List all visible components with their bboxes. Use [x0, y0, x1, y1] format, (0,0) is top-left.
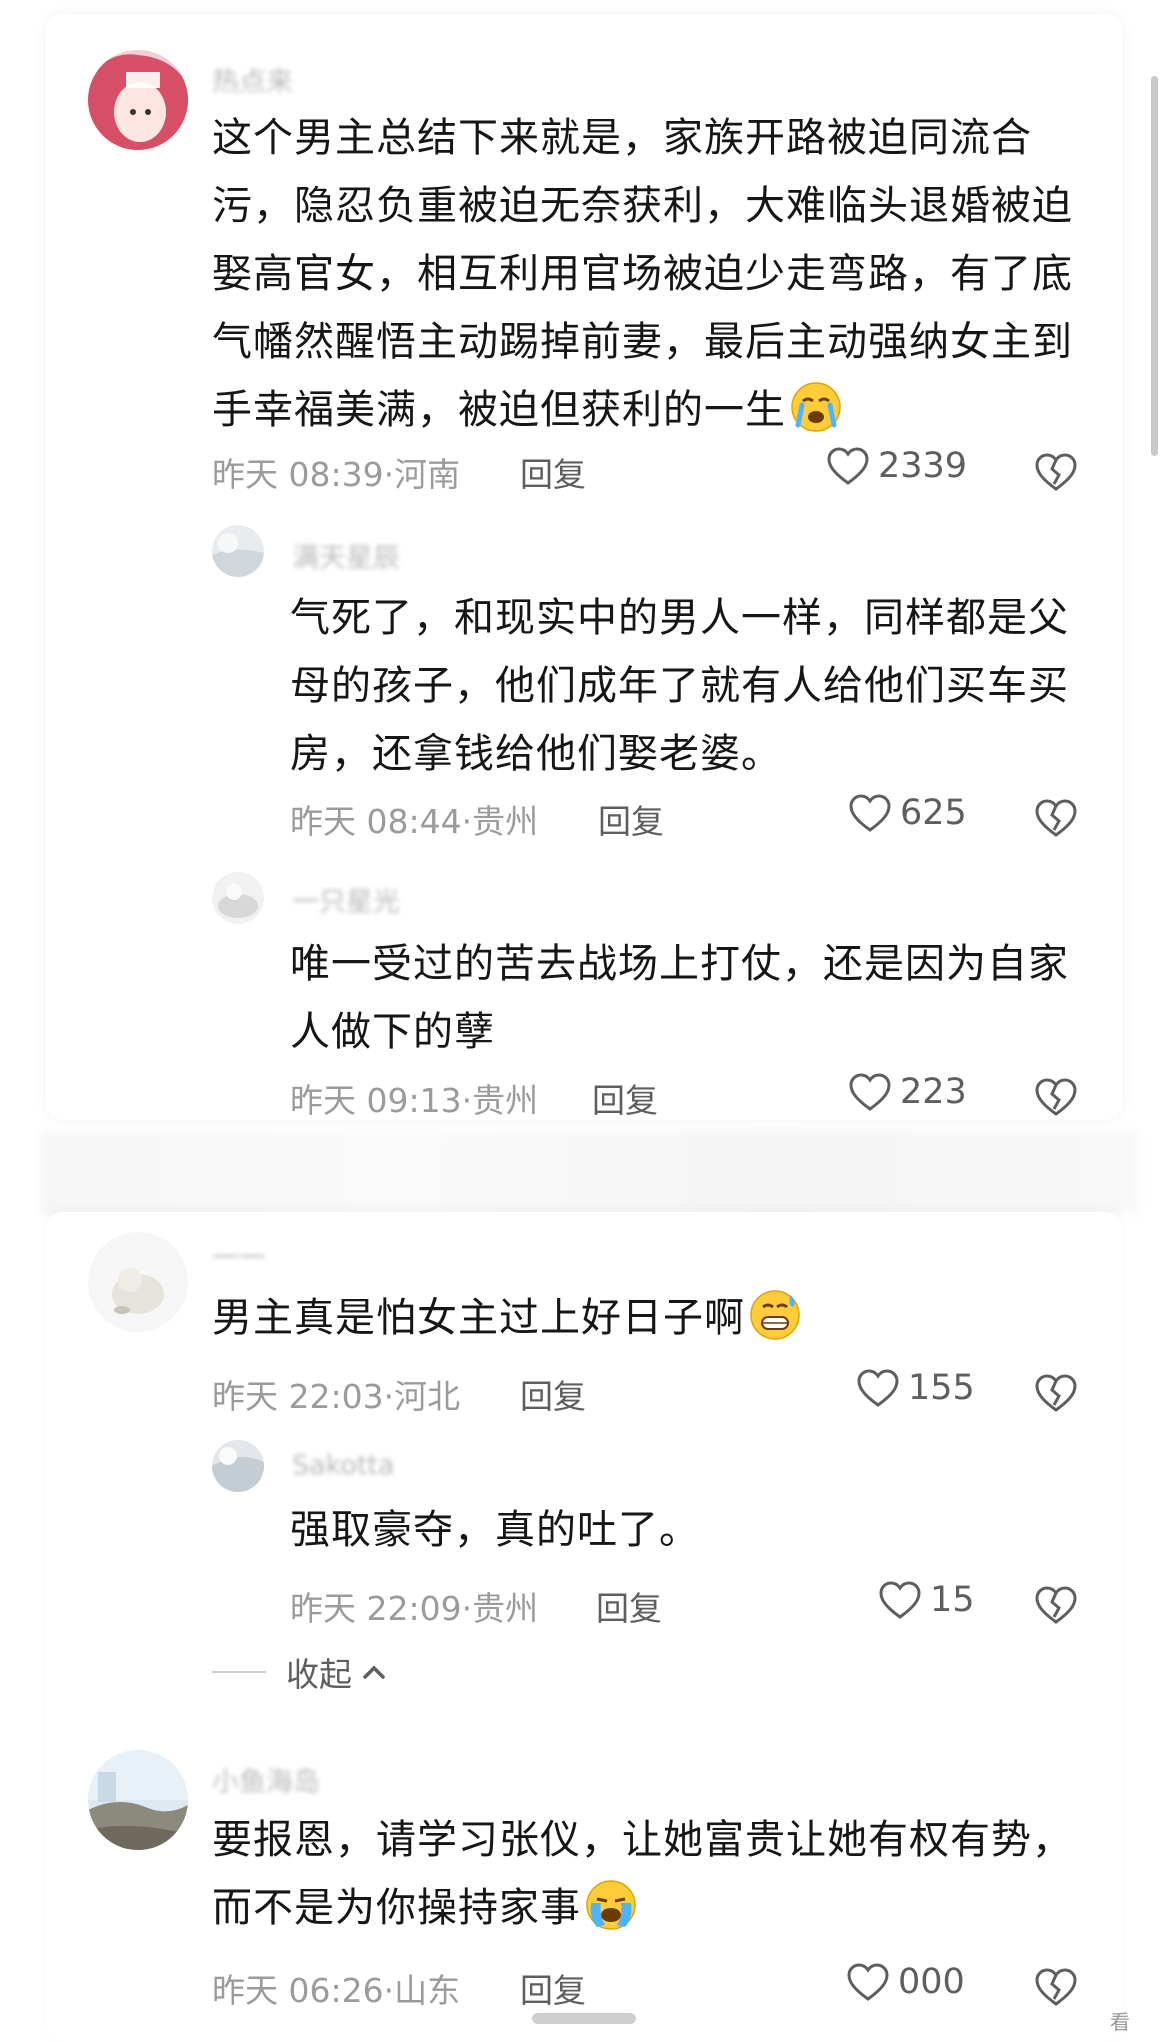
- collapse-label: 收起: [286, 1655, 352, 1694]
- like-count: 223: [900, 1072, 967, 1112]
- comment-time-location: 昨天 22:09·贵州: [290, 1589, 539, 1628]
- like-button[interactable]: 2339: [826, 446, 967, 486]
- like-button[interactable]: 223: [848, 1072, 967, 1112]
- home-indicator[interactable]: [532, 2013, 636, 2024]
- avatar[interactable]: [88, 1232, 188, 1332]
- heart-icon: [827, 447, 869, 485]
- comment-text: 唯一受过的苦去战场上打仗，还是因为自家 人做下的孽: [290, 941, 1069, 1055]
- collapse-replies-button[interactable]: 收起: [212, 1648, 388, 1696]
- chevron-up-icon: [363, 1665, 385, 1679]
- comment-text: 要报恩，请学习张仪，让她富贵让她有权有势， 而不是为你操持家事: [212, 1806, 1112, 1942]
- comment-text-content: 男主真是怕女主过上好日子啊: [212, 1295, 745, 1341]
- comment-text: 这个男主总结下来就是，家族开路被迫同流合 污，隐忍负重被迫无奈获利，大难临头退婚…: [212, 104, 1092, 444]
- avatar[interactable]: [88, 50, 188, 150]
- comment-text: 气死了，和现实中的男人一样，同样都是父 母的孩子，他们成年了就有人给他们买车买 …: [290, 595, 1069, 777]
- broken-heart-icon[interactable]: [1034, 1076, 1078, 1118]
- like-button[interactable]: 155: [856, 1368, 975, 1408]
- comment-time-location: 昨天 08:44·贵州: [290, 802, 539, 841]
- loudly-crying-emoji: [586, 1880, 636, 1930]
- comment-text-content: 要报恩，请学习张仪，让她富贵让她有权有势， 而不是为你操持家事: [212, 1817, 1073, 1931]
- broken-heart-icon[interactable]: [1034, 1584, 1078, 1626]
- comment-text: 男主真是怕女主过上好日子啊: [212, 1284, 1092, 1352]
- like-button[interactable]: 15: [878, 1580, 975, 1620]
- heart-icon: [849, 1073, 891, 1111]
- avatar[interactable]: [212, 872, 264, 924]
- broken-heart-icon[interactable]: [1034, 451, 1078, 493]
- avatar[interactable]: [88, 1750, 188, 1850]
- like-count: 2339: [878, 446, 968, 486]
- like-button[interactable]: 625: [848, 793, 967, 833]
- username[interactable]: 满天星辰: [292, 536, 400, 575]
- heart-icon: [879, 1581, 921, 1619]
- username[interactable]: 一只星光: [292, 880, 400, 919]
- broken-heart-icon[interactable]: [1034, 797, 1078, 839]
- broken-heart-icon[interactable]: [1034, 1966, 1078, 2008]
- like-count: 15: [930, 1580, 975, 1620]
- collapse-divider: [212, 1671, 266, 1673]
- comment-time-location: 昨天 06:26·山东: [212, 1971, 461, 2010]
- reply-button[interactable]: 回复: [520, 1370, 586, 1418]
- avatar[interactable]: [212, 525, 264, 577]
- like-count: 625: [900, 793, 967, 833]
- avatar[interactable]: [212, 1440, 264, 1492]
- grimacing-sweat-emoji: [750, 1290, 800, 1340]
- heart-icon: [849, 794, 891, 832]
- like-button[interactable]: 000: [846, 1962, 965, 2002]
- scrollbar[interactable]: [1151, 76, 1158, 456]
- comment-text: 强取豪夺，真的吐了。: [290, 1507, 700, 1553]
- comment-text-content: 这个男主总结下来就是，家族开路被迫同流合 污，隐忍负重被迫无奈获利，大难临头退婚…: [212, 115, 1073, 433]
- heart-icon: [857, 1369, 899, 1407]
- reply-button[interactable]: 回复: [596, 1582, 662, 1630]
- comment-time-location: 昨天 08:39·河南: [212, 455, 461, 494]
- username[interactable]: 一一: [212, 1236, 266, 1275]
- crying-face-emoji: [791, 382, 841, 432]
- broken-heart-icon[interactable]: [1034, 1372, 1078, 1414]
- comment-time-location: 昨天 09:13·贵州: [290, 1081, 539, 1120]
- reply-button[interactable]: 回复: [520, 448, 586, 496]
- reply-button[interactable]: 回复: [592, 1074, 658, 1122]
- username[interactable]: Sakotta: [292, 1450, 395, 1481]
- username[interactable]: 热点来: [212, 60, 293, 99]
- blurred-separator: [40, 1130, 1140, 1215]
- heart-icon: [847, 1963, 889, 2001]
- reply-button[interactable]: 回复: [598, 795, 664, 843]
- like-count: 000: [898, 1962, 965, 2002]
- comment-time-location: 昨天 22:03·河北: [212, 1377, 461, 1416]
- corner-label: 看: [1110, 2010, 1130, 2034]
- reply-button[interactable]: 回复: [520, 1964, 586, 2012]
- username[interactable]: 小鱼海岛: [212, 1760, 320, 1799]
- like-count: 155: [908, 1368, 975, 1408]
